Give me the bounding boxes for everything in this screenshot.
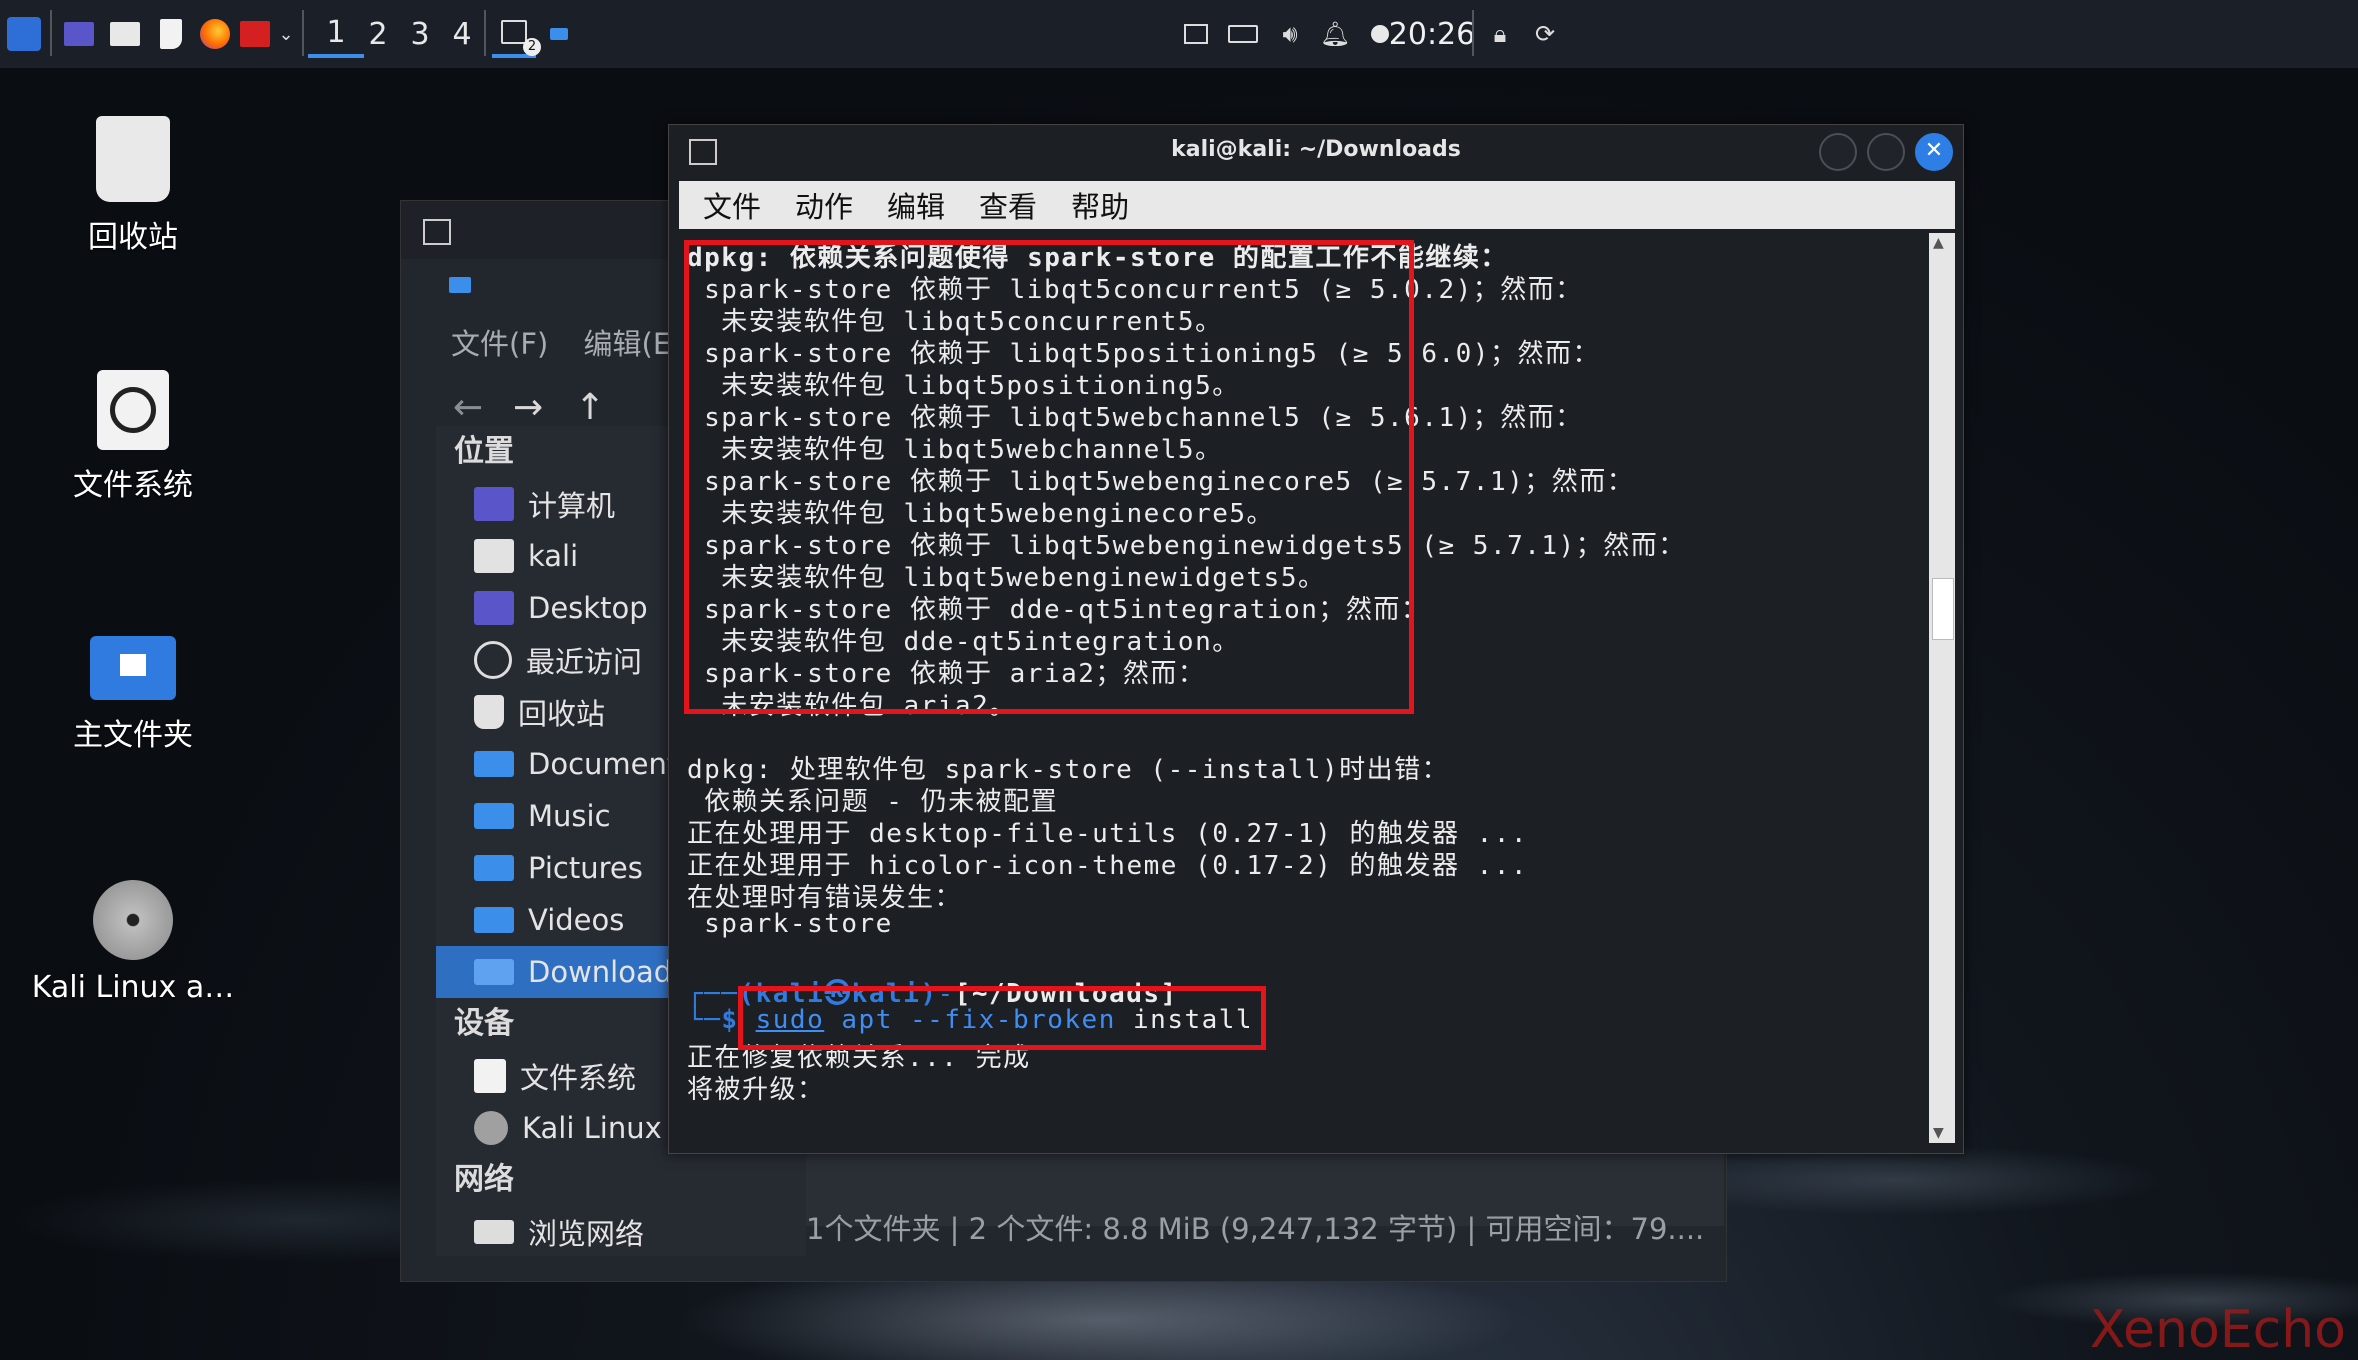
menu-action[interactable]: 动作 bbox=[795, 184, 853, 226]
back-arrow-icon[interactable]: ← bbox=[453, 387, 483, 428]
clock[interactable]: 20:26 bbox=[1389, 10, 1475, 58]
computer-icon bbox=[474, 487, 514, 521]
sidebar-label: 最近访问 bbox=[526, 645, 643, 679]
desktop-home-label: 主文件夹 bbox=[73, 718, 193, 753]
files-icon[interactable] bbox=[108, 10, 142, 58]
top-panel: ⌄ 1 2 3 4 2 🔊︎ 🔔︎ 20:26 🔒︎ ⟳ bbox=[0, 0, 2358, 68]
close-icon[interactable]: ✕ bbox=[1915, 133, 1953, 171]
terminal-title: kali@kali: ~/Downloads bbox=[1171, 137, 1461, 162]
kali-menu-icon[interactable] bbox=[6, 10, 42, 58]
highlight-box-command bbox=[738, 986, 1266, 1050]
network-icon bbox=[474, 1220, 514, 1244]
watermark: XenoEcho bbox=[2089, 1300, 2346, 1360]
desktop-icon[interactable] bbox=[62, 10, 96, 58]
terminal-menubar: 文件 动作 编辑 查看 帮助 bbox=[679, 181, 1955, 229]
drive-icon bbox=[474, 1059, 506, 1093]
sidebar-label: kali bbox=[528, 539, 579, 573]
maximize-button[interactable] bbox=[1867, 133, 1905, 171]
folder-icon bbox=[449, 277, 471, 293]
trash-icon bbox=[474, 695, 504, 729]
sidebar-label: Desktop bbox=[528, 591, 648, 625]
menu-file[interactable]: 文件(F) bbox=[451, 327, 548, 361]
terminal-icon[interactable] bbox=[238, 10, 272, 58]
music-folder-icon bbox=[474, 803, 514, 829]
scroll-down-icon[interactable]: ▼ bbox=[1933, 1125, 1944, 1141]
desktop-kali-disc[interactable]: Kali Linux a… bbox=[18, 880, 248, 1005]
lock-icon[interactable]: 🔒︎ bbox=[1488, 10, 1512, 58]
home-icon bbox=[474, 539, 514, 573]
up-arrow-icon[interactable]: ↑ bbox=[575, 387, 605, 428]
terminal-task-icon[interactable]: 2 bbox=[492, 10, 541, 58]
minimize-button[interactable] bbox=[1819, 133, 1857, 171]
network-header: 网络 bbox=[454, 1162, 514, 1197]
sidebar-label: 文件系统 bbox=[520, 1061, 637, 1095]
highlight-box-errors bbox=[684, 240, 1414, 714]
desktop-trash[interactable]: 回收站 bbox=[18, 116, 248, 256]
bell-icon[interactable]: 🔔︎ bbox=[1320, 10, 1350, 58]
terminal-line: spark-store bbox=[687, 909, 893, 939]
terminal-scrollbar[interactable]: ▲ ▼ bbox=[1929, 233, 1955, 1143]
trash-icon bbox=[96, 116, 170, 202]
logout-icon[interactable]: ⟳ bbox=[1532, 10, 1558, 58]
desktop-trash-label: 回收站 bbox=[88, 220, 178, 255]
drive-icon bbox=[97, 370, 169, 450]
sidebar-label: Pictures bbox=[528, 851, 643, 885]
terminal-line: 将被升级： bbox=[687, 1075, 825, 1105]
pictures-folder-icon bbox=[474, 855, 514, 881]
display-icon[interactable] bbox=[1184, 10, 1208, 58]
sidebar-label: 回收站 bbox=[518, 697, 606, 731]
scroll-up-icon[interactable]: ▲ bbox=[1933, 235, 1944, 251]
downloads-folder-icon bbox=[474, 959, 514, 985]
file-manager-menubar: 文件(F) 编辑(E bbox=[451, 321, 671, 363]
desktop-home[interactable]: 主文件夹 bbox=[18, 636, 248, 754]
text-editor-icon[interactable] bbox=[156, 10, 186, 58]
firefox-icon[interactable] bbox=[198, 10, 232, 58]
sidebar-label: Music bbox=[528, 799, 611, 833]
menu-file[interactable]: 文件 bbox=[703, 184, 761, 226]
desktop-filesystem[interactable]: 文件系统 bbox=[18, 370, 248, 504]
sidebar-item-browse-network[interactable]: 浏览网络 bbox=[436, 1206, 806, 1258]
terminal-titlebar[interactable]: kali@kali: ~/Downloads ✕ bbox=[669, 125, 1963, 181]
file-manager-app-icon bbox=[423, 219, 451, 245]
workspace-4[interactable]: 4 bbox=[434, 10, 490, 58]
desktop-kali-disc-label: Kali Linux a… bbox=[31, 970, 235, 1005]
keyboard-icon[interactable] bbox=[1228, 10, 1258, 58]
disc-icon bbox=[474, 1111, 508, 1145]
terminal-count-badge: 2 bbox=[523, 38, 541, 56]
sidebar-label: 计算机 bbox=[528, 489, 616, 523]
desktop-folder-icon bbox=[474, 591, 514, 625]
desktop-filesystem-label: 文件系统 bbox=[73, 468, 193, 503]
clock-icon bbox=[474, 641, 512, 679]
volume-icon[interactable]: 🔊︎ bbox=[1276, 10, 1304, 58]
documents-folder-icon bbox=[474, 751, 514, 777]
file-manager-statusbar: 1个文件夹 | 2 个文件: 8.8 MiB (9,247,132 字节) | … bbox=[806, 1212, 1705, 1246]
menu-edit[interactable]: 编辑(E bbox=[584, 327, 672, 361]
sidebar-label: Downloads bbox=[528, 955, 688, 989]
videos-folder-icon bbox=[474, 907, 514, 933]
sidebar-label: 浏览网络 bbox=[528, 1217, 645, 1251]
menu-edit[interactable]: 编辑 bbox=[887, 184, 945, 226]
folder-task-icon[interactable] bbox=[548, 10, 570, 58]
menu-view[interactable]: 查看 bbox=[979, 184, 1037, 226]
menu-help[interactable]: 帮助 bbox=[1071, 184, 1129, 226]
home-folder-icon bbox=[90, 636, 176, 700]
sidebar-label: Videos bbox=[528, 903, 625, 937]
disc-icon bbox=[93, 880, 173, 960]
scrollbar-thumb[interactable] bbox=[1932, 578, 1954, 640]
chevron-down-icon[interactable]: ⌄ bbox=[276, 10, 296, 58]
forward-arrow-icon[interactable]: → bbox=[513, 387, 543, 428]
